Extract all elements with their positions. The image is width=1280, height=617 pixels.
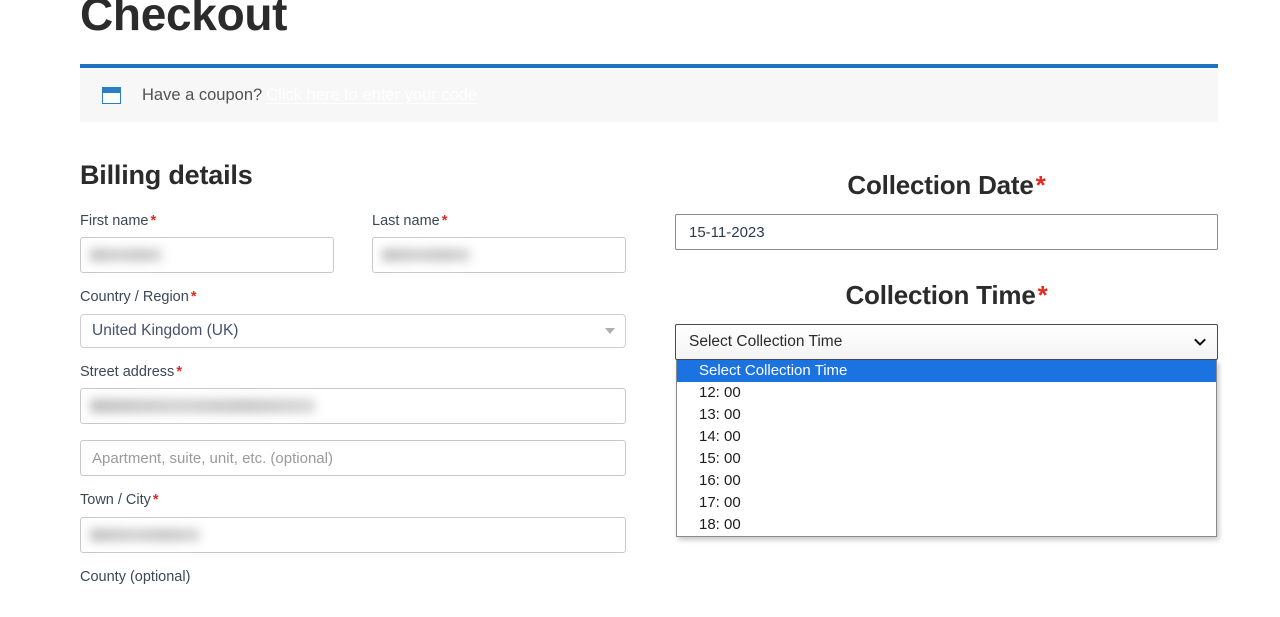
- coupon-link[interactable]: Click here to enter your code: [266, 86, 477, 104]
- street-address-input[interactable]: [80, 388, 626, 425]
- street-address-input-wrap: [80, 388, 626, 425]
- required-marker: *: [1035, 170, 1046, 200]
- collection-date-heading-text: Collection Date: [847, 170, 1034, 200]
- required-marker: *: [150, 213, 157, 229]
- billing-details-heading: Billing details: [80, 160, 253, 190]
- collection-date-input[interactable]: [675, 214, 1218, 250]
- coupon-notice-bar: Have a coupon? Click here to enter your c…: [80, 64, 1218, 122]
- collection-time-option[interactable]: 15: 00: [677, 448, 1216, 470]
- billing-details-section: Billing details First name * Last name * C…: [80, 160, 626, 602]
- collection-time-option[interactable]: 18: 00: [677, 514, 1216, 536]
- country-field-group: Country / Region * United Kingdom (UK): [80, 289, 626, 348]
- first-name-input[interactable]: [80, 237, 334, 274]
- country-label: Country / Region *: [80, 289, 626, 306]
- collection-time-option[interactable]: 16: 00: [677, 470, 1216, 492]
- page-title: Checkout: [80, 0, 288, 40]
- first-name-label: First name *: [80, 213, 334, 230]
- collection-time-heading: Collection Time*: [675, 280, 1218, 311]
- coupon-ticket-icon: [102, 87, 121, 104]
- address-line-2-input[interactable]: [80, 440, 626, 477]
- collection-time-select-wrap: Select Collection Time Select Collection…: [675, 324, 1218, 537]
- town-city-field-group: Town / City *: [80, 492, 626, 553]
- last-name-input[interactable]: [372, 237, 626, 274]
- town-city-label: Town / City *: [80, 492, 626, 509]
- collection-time-option[interactable]: 17: 00: [677, 492, 1216, 514]
- chevron-down-icon: [1194, 338, 1206, 346]
- collection-time-option[interactable]: 12: 00: [677, 382, 1216, 404]
- first-name-label-text: First name: [80, 213, 149, 229]
- required-marker: *: [176, 363, 182, 380]
- town-city-input-wrap: [80, 516, 626, 553]
- required-marker: *: [1037, 280, 1048, 310]
- required-marker: *: [441, 213, 448, 229]
- last-name-input-wrap: [372, 237, 626, 274]
- coupon-prompt-text: Have a coupon?: [142, 85, 263, 104]
- collection-time-option[interactable]: 14: 00: [677, 426, 1216, 448]
- street-address-field-group: Street address *: [80, 364, 626, 425]
- town-city-label-text: Town / City: [80, 492, 151, 509]
- last-name-label: Last name *: [372, 213, 626, 230]
- address-line-2-field-group: [80, 440, 626, 477]
- country-selected-value: United Kingdom (UK): [92, 321, 239, 339]
- collection-time-selected-value: Select Collection Time: [689, 333, 843, 350]
- street-address-label-text: Street address: [80, 363, 175, 380]
- collection-time-option[interactable]: Select Collection Time: [677, 360, 1216, 382]
- last-name-label-text: Last name: [372, 213, 440, 229]
- collection-time-options-list[interactable]: Select Collection Time 12: 00 13: 00 14: 00…: [676, 360, 1217, 537]
- first-name-field-group: First name *: [80, 213, 334, 274]
- required-marker: *: [190, 289, 197, 306]
- collection-time-select[interactable]: Select Collection Time: [675, 324, 1218, 360]
- first-name-input-wrap: [80, 237, 334, 274]
- collection-date-heading: Collection Date*: [675, 170, 1218, 201]
- coupon-prompt: Have a coupon? Click here to enter your c…: [142, 86, 477, 105]
- country-select[interactable]: United Kingdom (UK): [80, 313, 626, 348]
- town-city-input[interactable]: [80, 516, 626, 553]
- required-marker: *: [152, 492, 159, 509]
- chevron-down-icon: [605, 327, 615, 334]
- last-name-field-group: Last name *: [372, 213, 626, 274]
- country-label-text: Country / Region: [80, 289, 189, 306]
- county-field-group: County (optional): [80, 569, 626, 586]
- name-row: First name * Last name *: [80, 213, 626, 289]
- county-label: County (optional): [80, 568, 191, 585]
- checkout-page: Checkout Have a coupon? Click here to ent…: [0, 0, 1280, 617]
- collection-time-option[interactable]: 13: 00: [677, 404, 1216, 426]
- collection-time-heading-text: Collection Time: [845, 280, 1036, 310]
- collection-section: Collection Date* Collection Time* Select…: [675, 170, 1218, 537]
- street-address-label: Street address *: [80, 364, 626, 381]
